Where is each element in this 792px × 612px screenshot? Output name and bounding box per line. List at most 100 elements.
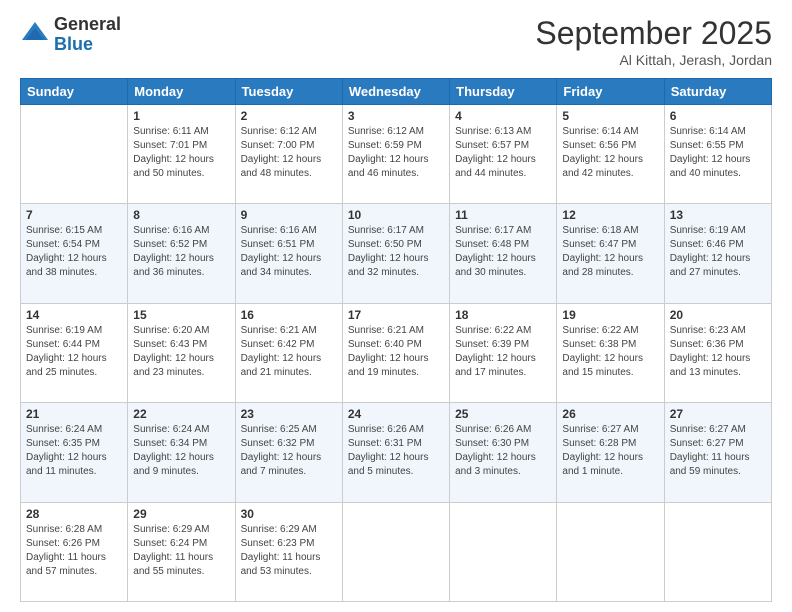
calendar-cell: 26 Sunrise: 6:27 AM Sunset: 6:28 PM Dayli…: [557, 403, 664, 502]
calendar-cell: 24 Sunrise: 6:26 AM Sunset: 6:31 PM Dayli…: [342, 403, 449, 502]
calendar-cell: 5 Sunrise: 6:14 AM Sunset: 6:56 PM Daylig…: [557, 105, 664, 204]
calendar-cell: 6 Sunrise: 6:14 AM Sunset: 6:55 PM Daylig…: [664, 105, 771, 204]
day-number: 19: [562, 308, 658, 322]
day-number: 6: [670, 109, 766, 123]
cell-info: Sunrise: 6:15 AM Sunset: 6:54 PM Dayligh…: [26, 224, 122, 280]
calendar-cell: 8 Sunrise: 6:16 AM Sunset: 6:52 PM Daylig…: [128, 204, 235, 303]
day-number: 30: [241, 507, 337, 521]
cell-info: Sunrise: 6:27 AM Sunset: 6:28 PM Dayligh…: [562, 423, 658, 479]
day-number: 13: [670, 208, 766, 222]
cell-info: Sunrise: 6:27 AM Sunset: 6:27 PM Dayligh…: [670, 423, 766, 479]
day-number: 5: [562, 109, 658, 123]
cell-info: Sunrise: 6:14 AM Sunset: 6:56 PM Dayligh…: [562, 125, 658, 181]
calendar-cell: 3 Sunrise: 6:12 AM Sunset: 6:59 PM Daylig…: [342, 105, 449, 204]
day-number: 22: [133, 407, 229, 421]
cell-info: Sunrise: 6:29 AM Sunset: 6:24 PM Dayligh…: [133, 523, 229, 579]
calendar-cell: 23Sunrise: 6:25 AM Sunset: 6:32 PM Dayli…: [235, 403, 342, 502]
day-number: 2: [241, 109, 337, 123]
day-number: 20: [670, 308, 766, 322]
day-number: 3: [348, 109, 444, 123]
day-number: 21: [26, 407, 122, 421]
cell-info: Sunrise: 6:16 AM Sunset: 6:52 PM Dayligh…: [133, 224, 229, 280]
calendar-day-header: Monday: [128, 79, 235, 105]
calendar-day-header: Sunday: [21, 79, 128, 105]
day-number: 7: [26, 208, 122, 222]
calendar-cell: 10Sunrise: 6:17 AM Sunset: 6:50 PM Dayli…: [342, 204, 449, 303]
cell-info: Sunrise: 6:28 AM Sunset: 6:26 PM Dayligh…: [26, 523, 122, 579]
calendar-day-header: Thursday: [450, 79, 557, 105]
calendar-header-row: SundayMondayTuesdayWednesdayThursdayFrid…: [21, 79, 772, 105]
day-number: 16: [241, 308, 337, 322]
calendar-day-header: Tuesday: [235, 79, 342, 105]
cell-info: Sunrise: 6:29 AM Sunset: 6:23 PM Dayligh…: [241, 523, 337, 579]
day-number: 26: [562, 407, 658, 421]
calendar-cell: 7 Sunrise: 6:15 AM Sunset: 6:54 PM Daylig…: [21, 204, 128, 303]
calendar-cell: 13 Sunrise: 6:19 AM Sunset: 6:46 PM Dayli…: [664, 204, 771, 303]
day-number: 17: [348, 308, 444, 322]
calendar-week-row: 1 Sunrise: 6:11 AM Sunset: 7:01 PM Daylig…: [21, 105, 772, 204]
calendar-cell: [21, 105, 128, 204]
logo-text: General Blue: [54, 15, 121, 55]
calendar-cell: 9 Sunrise: 6:16 AM Sunset: 6:51 PM Daylig…: [235, 204, 342, 303]
calendar-cell: 28 Sunrise: 6:28 AM Sunset: 6:26 PM Dayli…: [21, 502, 128, 601]
day-number: 9: [241, 208, 337, 222]
calendar-cell: 11Sunrise: 6:17 AM Sunset: 6:48 PM Dayli…: [450, 204, 557, 303]
calendar-cell: 12Sunrise: 6:18 AM Sunset: 6:47 PM Dayli…: [557, 204, 664, 303]
cell-info: Sunrise: 6:26 AM Sunset: 6:31 PM Dayligh…: [348, 423, 444, 479]
cell-info: Sunrise: 6:18 AM Sunset: 6:47 PM Dayligh…: [562, 224, 658, 280]
calendar-cell: 17 Sunrise: 6:21 AM Sunset: 6:40 PM Dayli…: [342, 303, 449, 402]
calendar-cell: 18Sunrise: 6:22 AM Sunset: 6:39 PM Dayli…: [450, 303, 557, 402]
logo: General Blue: [20, 15, 121, 55]
calendar-cell: 30 Sunrise: 6:29 AM Sunset: 6:23 PM Dayli…: [235, 502, 342, 601]
cell-info: Sunrise: 6:21 AM Sunset: 6:40 PM Dayligh…: [348, 324, 444, 380]
cell-info: Sunrise: 6:22 AM Sunset: 6:38 PM Dayligh…: [562, 324, 658, 380]
cell-info: Sunrise: 6:11 AM Sunset: 7:01 PM Dayligh…: [133, 125, 229, 181]
calendar-cell: 22 Sunrise: 6:24 AM Sunset: 6:34 PM Dayli…: [128, 403, 235, 502]
cell-info: Sunrise: 6:20 AM Sunset: 6:43 PM Dayligh…: [133, 324, 229, 380]
logo-general: General: [54, 15, 121, 35]
calendar-cell: 25 Sunrise: 6:26 AM Sunset: 6:30 PM Dayli…: [450, 403, 557, 502]
day-number: 10: [348, 208, 444, 222]
day-number: 25: [455, 407, 551, 421]
cell-info: Sunrise: 6:19 AM Sunset: 6:46 PM Dayligh…: [670, 224, 766, 280]
cell-info: Sunrise: 6:14 AM Sunset: 6:55 PM Dayligh…: [670, 125, 766, 181]
day-number: 18: [455, 308, 551, 322]
calendar-table: SundayMondayTuesdayWednesdayThursdayFrid…: [20, 78, 772, 602]
calendar-week-row: 14 Sunrise: 6:19 AM Sunset: 6:44 PM Dayli…: [21, 303, 772, 402]
logo-icon: [20, 20, 50, 50]
cell-info: Sunrise: 6:12 AM Sunset: 6:59 PM Dayligh…: [348, 125, 444, 181]
day-number: 27: [670, 407, 766, 421]
calendar-cell: 4Sunrise: 6:13 AM Sunset: 6:57 PM Daylig…: [450, 105, 557, 204]
calendar-week-row: 7 Sunrise: 6:15 AM Sunset: 6:54 PM Daylig…: [21, 204, 772, 303]
calendar-cell: 1 Sunrise: 6:11 AM Sunset: 7:01 PM Daylig…: [128, 105, 235, 204]
calendar-week-row: 28 Sunrise: 6:28 AM Sunset: 6:26 PM Dayli…: [21, 502, 772, 601]
day-number: 8: [133, 208, 229, 222]
day-number: 23: [241, 407, 337, 421]
calendar-cell: 15 Sunrise: 6:20 AM Sunset: 6:43 PM Dayli…: [128, 303, 235, 402]
day-number: 14: [26, 308, 122, 322]
page: General Blue September 2025 Al Kittah, J…: [0, 0, 792, 612]
cell-info: Sunrise: 6:12 AM Sunset: 7:00 PM Dayligh…: [241, 125, 337, 181]
calendar-cell: [664, 502, 771, 601]
cell-info: Sunrise: 6:24 AM Sunset: 6:34 PM Dayligh…: [133, 423, 229, 479]
calendar-cell: 2 Sunrise: 6:12 AM Sunset: 7:00 PM Daylig…: [235, 105, 342, 204]
calendar-cell: 27 Sunrise: 6:27 AM Sunset: 6:27 PM Dayli…: [664, 403, 771, 502]
calendar-cell: 16Sunrise: 6:21 AM Sunset: 6:42 PM Dayli…: [235, 303, 342, 402]
cell-info: Sunrise: 6:26 AM Sunset: 6:30 PM Dayligh…: [455, 423, 551, 479]
location: Al Kittah, Jerash, Jordan: [535, 52, 772, 68]
day-number: 15: [133, 308, 229, 322]
calendar-week-row: 21Sunrise: 6:24 AM Sunset: 6:35 PM Dayli…: [21, 403, 772, 502]
calendar-cell: 14 Sunrise: 6:19 AM Sunset: 6:44 PM Dayli…: [21, 303, 128, 402]
cell-info: Sunrise: 6:16 AM Sunset: 6:51 PM Dayligh…: [241, 224, 337, 280]
day-number: 29: [133, 507, 229, 521]
cell-info: Sunrise: 6:17 AM Sunset: 6:48 PM Dayligh…: [455, 224, 551, 280]
day-number: 28: [26, 507, 122, 521]
title-block: September 2025 Al Kittah, Jerash, Jordan: [535, 15, 772, 68]
day-number: 24: [348, 407, 444, 421]
day-number: 4: [455, 109, 551, 123]
day-number: 1: [133, 109, 229, 123]
cell-info: Sunrise: 6:19 AM Sunset: 6:44 PM Dayligh…: [26, 324, 122, 380]
cell-info: Sunrise: 6:23 AM Sunset: 6:36 PM Dayligh…: [670, 324, 766, 380]
calendar-day-header: Saturday: [664, 79, 771, 105]
calendar-cell: 19 Sunrise: 6:22 AM Sunset: 6:38 PM Dayli…: [557, 303, 664, 402]
